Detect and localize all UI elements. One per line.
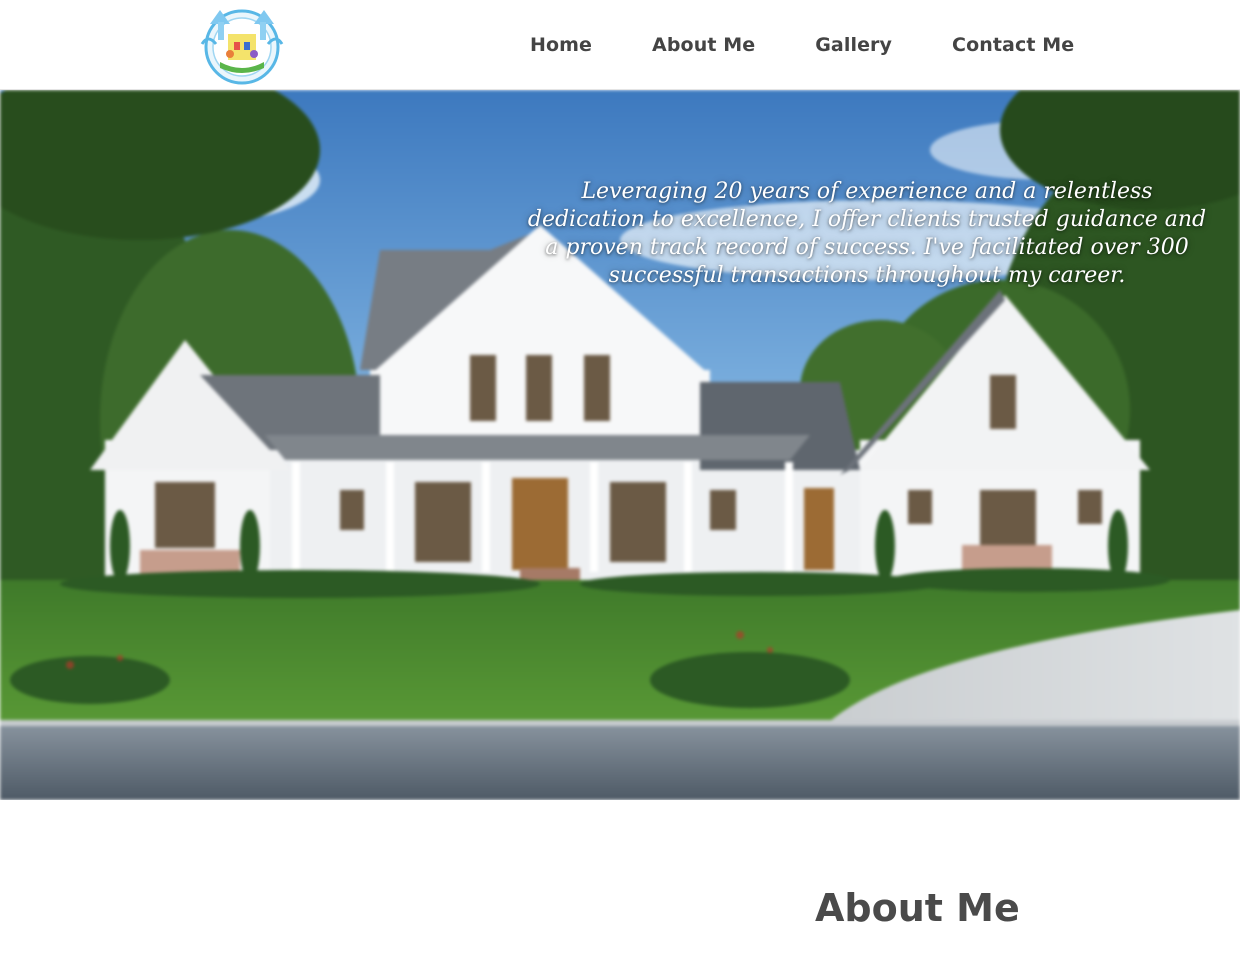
about-heading: About Me: [815, 886, 1020, 930]
about-section: About Me: [0, 800, 1240, 956]
nav-link-gallery[interactable]: Gallery: [785, 34, 922, 56]
nav-link-contact-me[interactable]: Contact Me: [922, 34, 1104, 56]
site-header: Home About Me Gallery Contact Me: [0, 0, 1240, 90]
nav-link-home[interactable]: Home: [500, 34, 622, 56]
castle-crest-logo-icon: [200, 9, 284, 85]
hero-tagline: Leveraging 20 years of experience and a …: [527, 179, 1207, 288]
site-logo[interactable]: [200, 4, 284, 86]
nav-link-about-me[interactable]: About Me: [622, 34, 785, 56]
hero-banner: Leveraging 20 years of experience and a …: [0, 90, 1240, 800]
main-nav: Home About Me Gallery Contact Me: [500, 0, 1104, 90]
